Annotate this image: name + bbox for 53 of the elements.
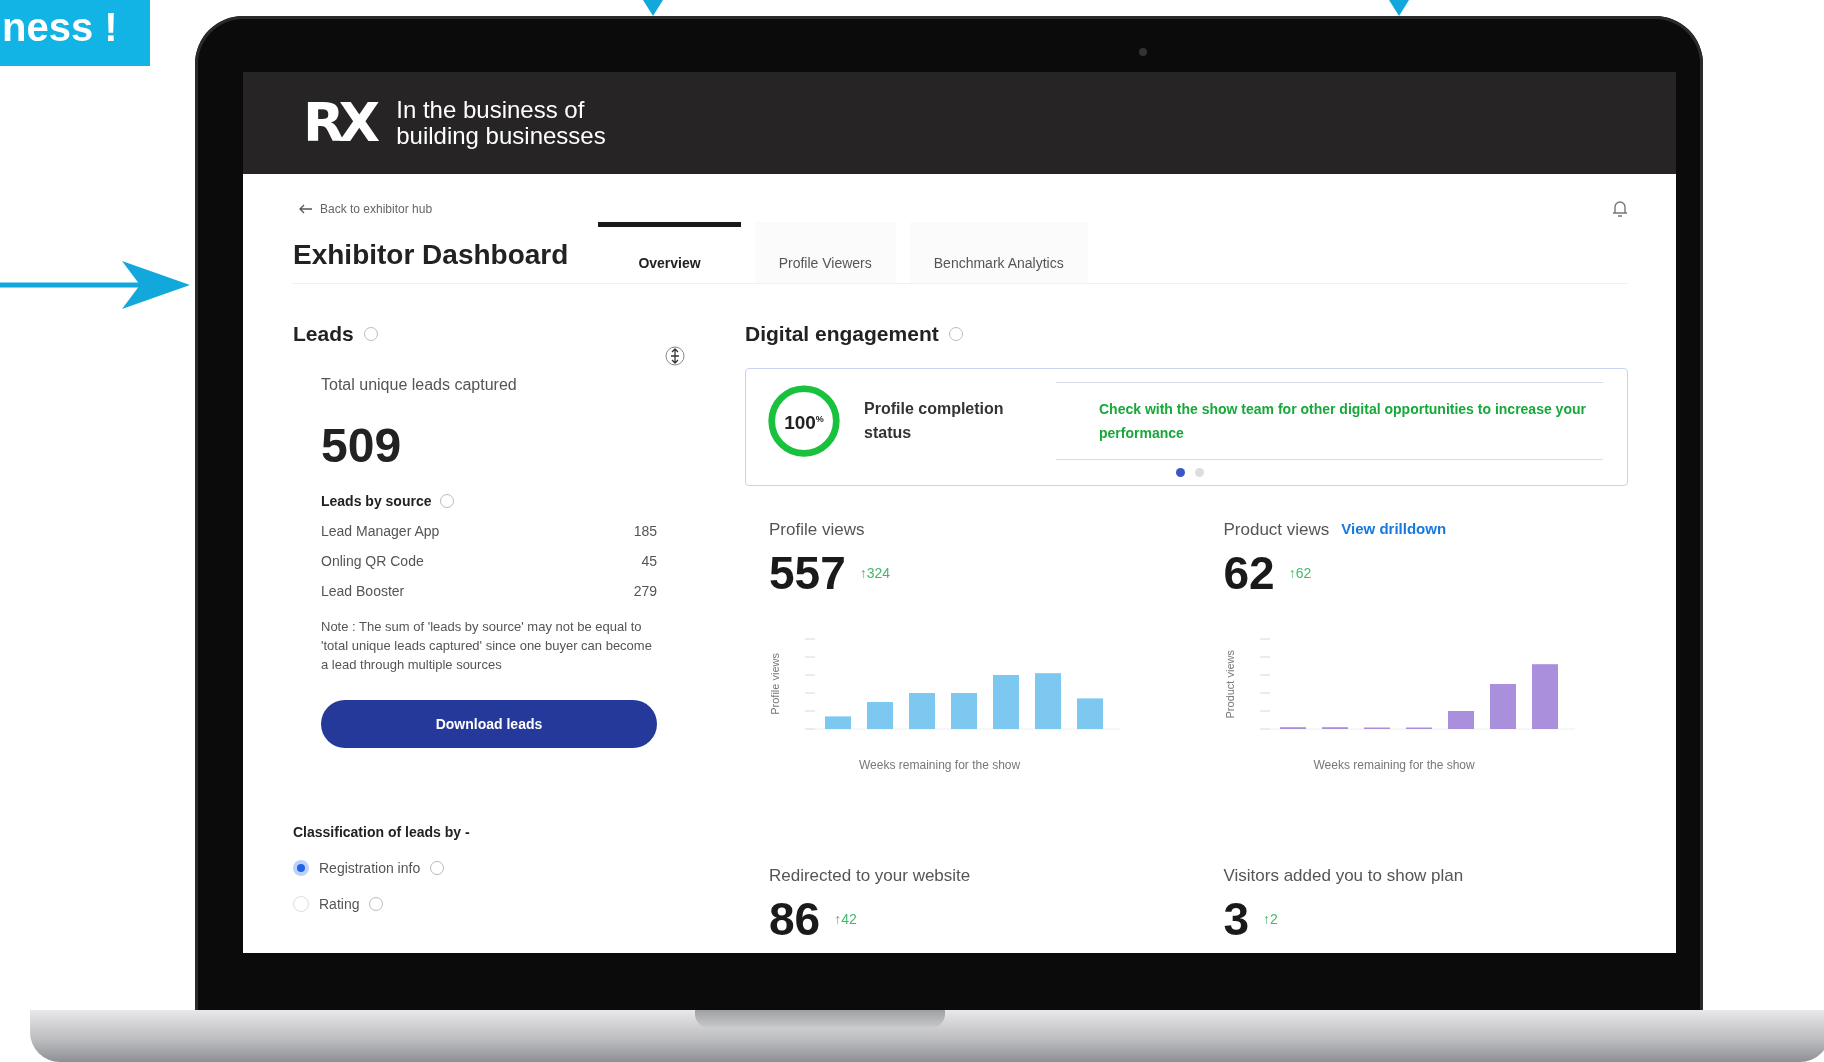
tab[interactable]: Profile Viewers [754, 222, 896, 283]
axis-title: Weeks remaining for the show [859, 758, 1022, 772]
back-arrow-icon[interactable] [298, 204, 312, 214]
radio-label: Rating [319, 896, 360, 912]
section-title: Digital engagement [745, 322, 939, 346]
metric-change: ↑2 [1263, 911, 1278, 927]
page-title: Exhibitor Dashboard [293, 239, 569, 271]
metric-value: 86 [769, 892, 821, 946]
completion-label: Profile completion status [864, 399, 1005, 443]
bell-icon[interactable] [1612, 200, 1628, 218]
metric-change: ↑324 [859, 565, 891, 581]
source-name: Onling QR Code [321, 553, 424, 569]
note-text: Note : The sum of 'leads by source' may not be equal to 'total unique leads captured' since one buyer can become a lead through multiple sources [321, 618, 653, 674]
tip-text: Check with the show team for other digital opportunities to increase your performance [1099, 400, 1587, 443]
metric-label: Redirected to your website [769, 866, 971, 886]
source-name: Lead Booster [321, 583, 405, 599]
tagline-text: In the business of [396, 97, 586, 123]
camera-icon [1139, 48, 1147, 56]
radio-button[interactable] [293, 860, 309, 876]
section-title: Leads [293, 322, 354, 346]
subsection-title: Leads by source [321, 493, 432, 509]
source-count: 185 [633, 523, 657, 539]
metric-change: ↑62 [1288, 565, 1312, 581]
subsection-title: Classification of leads by - [293, 824, 471, 840]
metric-value: 509 [321, 418, 403, 473]
metric-label: Visitors added you to show plan [1223, 866, 1464, 886]
metric-value: 62 [1223, 546, 1275, 600]
metric-label: Total unique leads captured [321, 376, 518, 394]
tagline-text: building businesses [396, 123, 606, 149]
tab[interactable]: Benchmark Analytics [909, 222, 1088, 283]
carousel-dot[interactable] [1176, 468, 1185, 477]
back-link[interactable]: Back to exhibitor hub [320, 202, 1604, 216]
radio-label: Registration info [319, 860, 421, 876]
logo: RX [303, 96, 375, 150]
source-name: Lead Manager App [321, 523, 440, 539]
expand-icon[interactable] [665, 346, 685, 366]
drilldown-link[interactable]: View drilldown [1341, 520, 1447, 540]
percent-value: 100$^{%}$ [784, 411, 824, 435]
axis-title: Product views [1223, 649, 1236, 719]
metric-value: 3 [1223, 892, 1250, 946]
metric-change: ↑42 [834, 911, 857, 927]
metric-label: Profile views [769, 520, 865, 540]
arrow-icon [643, 0, 663, 16]
promo-banner: ness ! [0, 0, 150, 66]
download-button[interactable]: Download leads [321, 700, 657, 748]
axis-title: Weeks remaining for the show [1313, 758, 1476, 772]
metric-value: 557 [769, 546, 846, 600]
source-count: 279 [633, 583, 657, 599]
source-count: 45 [641, 553, 657, 569]
axis-title: Profile views [769, 653, 781, 715]
arrow-icon [1389, 0, 1409, 16]
carousel-dot[interactable] [1195, 468, 1204, 477]
metric-label: Product views [1223, 520, 1330, 540]
